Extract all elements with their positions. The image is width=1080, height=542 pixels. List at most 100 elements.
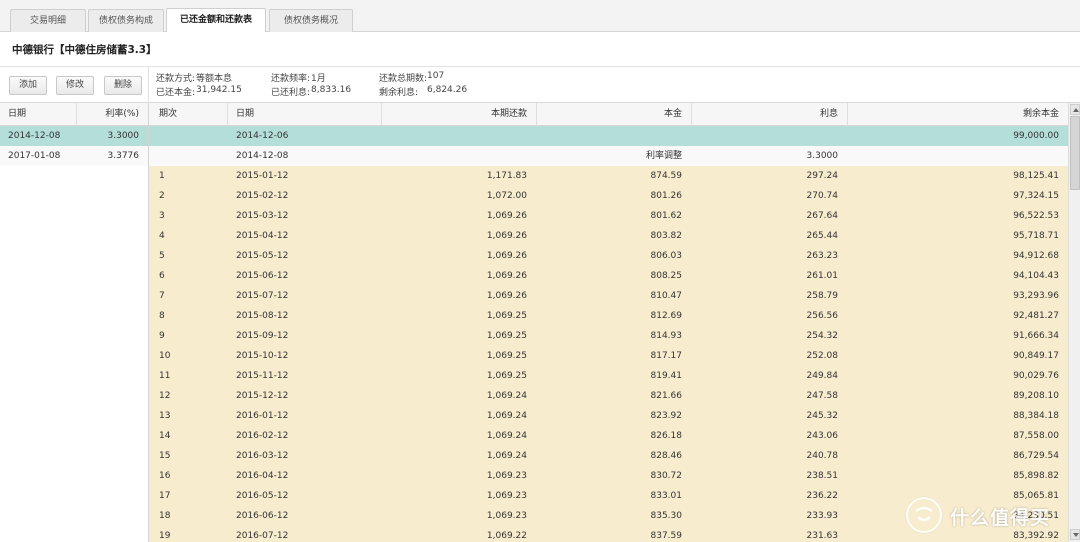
cell-interest: 254.32 bbox=[806, 331, 839, 341]
header-principal: 本金 bbox=[663, 109, 682, 119]
rate-row-value: 3.3000 bbox=[107, 131, 140, 141]
cell-payment: 1,069.22 bbox=[486, 531, 527, 541]
cell-date: 2014-12-06 bbox=[236, 131, 289, 141]
page-title: 中德银行【中德住房储蓄3.3】 bbox=[12, 44, 157, 56]
cell-principal: 833.01 bbox=[650, 491, 683, 501]
cell-interest: 233.93 bbox=[806, 511, 839, 521]
column-divider bbox=[691, 103, 692, 126]
cell-date: 2016-07-12 bbox=[236, 531, 289, 541]
total-periods-label: 还款总期数: bbox=[379, 74, 428, 84]
cell-principal: 826.18 bbox=[650, 431, 683, 441]
column-divider bbox=[227, 103, 228, 126]
cell-remaining: 91,666.34 bbox=[1013, 331, 1059, 341]
cell-principal: 823.92 bbox=[650, 411, 683, 421]
schedule-row[interactable]: 11 2015-11-12 1,069.25 819.41 249.84 90,029.7… bbox=[149, 366, 1068, 386]
cell-payment: 1,069.23 bbox=[486, 511, 527, 521]
cell-remaining: 90,029.76 bbox=[1013, 371, 1059, 381]
cell-principal: 821.66 bbox=[650, 391, 683, 401]
column-divider bbox=[381, 103, 382, 126]
cell-principal: 801.26 bbox=[650, 191, 683, 201]
schedule-row[interactable]: 2014-12-08 利率调整 3.3000 bbox=[149, 146, 1068, 166]
schedule-row[interactable]: 4 2015-04-12 1,069.26 803.82 265.44 95,718.71 bbox=[149, 226, 1068, 246]
tab-debt-overview[interactable]: 债权债务概况 bbox=[269, 9, 353, 32]
schedule-table: 期次 日期 本期还款 本金 利息 剩余本金 2014-12-06 99,000.0… bbox=[149, 103, 1068, 542]
cell-period: 13 bbox=[159, 411, 171, 421]
cell-remaining: 99,000.00 bbox=[1013, 131, 1059, 141]
cell-date: 2016-05-12 bbox=[236, 491, 289, 501]
rate-row-date: 2017-01-08 bbox=[8, 151, 61, 161]
schedule-row[interactable]: 10 2015-10-12 1,069.25 817.17 252.08 90,849.1… bbox=[149, 346, 1068, 366]
edit-button[interactable]: 修改 bbox=[56, 76, 94, 95]
cell-principal: 819.41 bbox=[650, 371, 683, 381]
cell-date: 2015-08-12 bbox=[236, 311, 289, 321]
delete-button[interactable]: 删除 bbox=[104, 76, 142, 95]
schedule-row[interactable]: 1 2015-01-12 1,171.83 874.59 297.24 98,125.41 bbox=[149, 166, 1068, 186]
cell-date: 2015-02-12 bbox=[236, 191, 289, 201]
cell-date: 2015-09-12 bbox=[236, 331, 289, 341]
arrow-up-icon bbox=[1073, 108, 1079, 112]
cell-remaining: 87,558.00 bbox=[1013, 431, 1059, 441]
cell-interest: 261.01 bbox=[806, 271, 839, 281]
tab-debt-composition[interactable]: 债权债务构成 bbox=[88, 9, 164, 32]
cell-payment bbox=[385, 146, 527, 166]
cell-remaining: 86,729.54 bbox=[1013, 451, 1059, 461]
schedule-row[interactable]: 8 2015-08-12 1,069.25 812.69 256.56 92,481.27 bbox=[149, 306, 1068, 326]
cell-period: 2 bbox=[159, 191, 165, 201]
cell-period: 9 bbox=[159, 331, 165, 341]
schedule-row[interactable]: 12 2015-12-12 1,069.24 821.66 247.58 89,208.1… bbox=[149, 386, 1068, 406]
schedule-row[interactable]: 14 2016-02-12 1,069.24 826.18 243.06 87,558.0… bbox=[149, 426, 1068, 446]
remaining-interest-label: 剩余利息: bbox=[379, 88, 419, 98]
cell-date: 2016-03-12 bbox=[236, 451, 289, 461]
cell-interest: 236.22 bbox=[806, 491, 839, 501]
vertical-scrollbar[interactable] bbox=[1068, 103, 1080, 542]
cell-date: 2015-11-12 bbox=[236, 371, 289, 381]
schedule-row[interactable]: 6 2015-06-12 1,069.26 808.25 261.01 94,104.43 bbox=[149, 266, 1068, 286]
rate-table: 日期 利率(%) 2014-12-08 3.3000 2017-01-08 3.… bbox=[0, 103, 149, 542]
schedule-row[interactable]: 15 2016-03-12 1,069.24 828.46 240.78 86,729.5… bbox=[149, 446, 1068, 466]
schedule-row[interactable]: 13 2016-01-12 1,069.24 823.92 245.32 88,384.1… bbox=[149, 406, 1068, 426]
interest-repaid-value: 8,833.16 bbox=[311, 85, 352, 95]
arrow-down-icon bbox=[1073, 533, 1079, 537]
cell-period: 15 bbox=[159, 451, 171, 461]
schedule-row[interactable]: 5 2015-05-12 1,069.26 806.03 263.23 94,912.68 bbox=[149, 246, 1068, 266]
cell-payment: 1,069.26 bbox=[486, 211, 527, 221]
schedule-row[interactable]: 2014-12-06 99,000.00 bbox=[149, 126, 1068, 146]
scrollbar-thumb[interactable] bbox=[1070, 116, 1080, 190]
cell-principal: 828.46 bbox=[650, 451, 683, 461]
schedule-row[interactable]: 7 2015-07-12 1,069.26 810.47 258.79 93,293.96 bbox=[149, 286, 1068, 306]
cell-interest: 297.24 bbox=[806, 171, 839, 181]
cell-date: 2014-12-08 bbox=[236, 151, 289, 161]
schedule-row[interactable]: 9 2015-09-12 1,069.25 814.93 254.32 91,666.34 bbox=[149, 326, 1068, 346]
repayment-method-value: 等额本息 bbox=[196, 74, 233, 84]
cell-remaining: 96,522.53 bbox=[1013, 211, 1059, 221]
scroll-down-button[interactable] bbox=[1070, 529, 1080, 540]
rate-row[interactable]: 2017-01-08 3.3776 bbox=[0, 146, 148, 166]
add-button[interactable]: 添加 bbox=[9, 76, 47, 95]
cell-principal: 814.93 bbox=[650, 331, 683, 341]
cell-payment: 1,069.26 bbox=[486, 291, 527, 301]
principal-repaid-value: 31,942.15 bbox=[196, 85, 242, 95]
schedule-row[interactable]: 3 2015-03-12 1,069.26 801.62 267.64 96,522.53 bbox=[149, 206, 1068, 226]
cell-period: 18 bbox=[159, 511, 171, 521]
cell-date: 2016-04-12 bbox=[236, 471, 289, 481]
tab-transaction-details[interactable]: 交易明细 bbox=[10, 9, 86, 32]
cell-date: 2015-10-12 bbox=[236, 351, 289, 361]
cell-period: 7 bbox=[159, 291, 165, 301]
tab-repayment-schedule[interactable]: 已还金额和还款表 bbox=[166, 8, 266, 33]
cell-interest: 231.63 bbox=[806, 531, 839, 541]
cell-remaining: 95,718.71 bbox=[1013, 231, 1059, 241]
rate-header-rate: 利率(%) bbox=[105, 109, 139, 119]
cell-principal: 801.62 bbox=[650, 211, 683, 221]
cell-interest: 252.08 bbox=[806, 351, 839, 361]
cell-principal: 812.69 bbox=[650, 311, 683, 321]
schedule-row[interactable]: 16 2016-04-12 1,069.23 830.72 238.51 85,898.8… bbox=[149, 466, 1068, 486]
cell-period: 10 bbox=[159, 351, 171, 361]
rate-header-date: 日期 bbox=[8, 109, 27, 119]
cell-interest: 263.23 bbox=[806, 251, 839, 261]
cell-period: 17 bbox=[159, 491, 171, 501]
scroll-up-button[interactable] bbox=[1070, 104, 1080, 115]
schedule-row[interactable]: 2 2015-02-12 1,072.00 801.26 270.74 97,324.15 bbox=[149, 186, 1068, 206]
rate-row[interactable]: 2014-12-08 3.3000 bbox=[0, 126, 148, 146]
rate-table-header: 日期 利率(%) bbox=[0, 103, 148, 126]
cell-date: 2016-01-12 bbox=[236, 411, 289, 421]
